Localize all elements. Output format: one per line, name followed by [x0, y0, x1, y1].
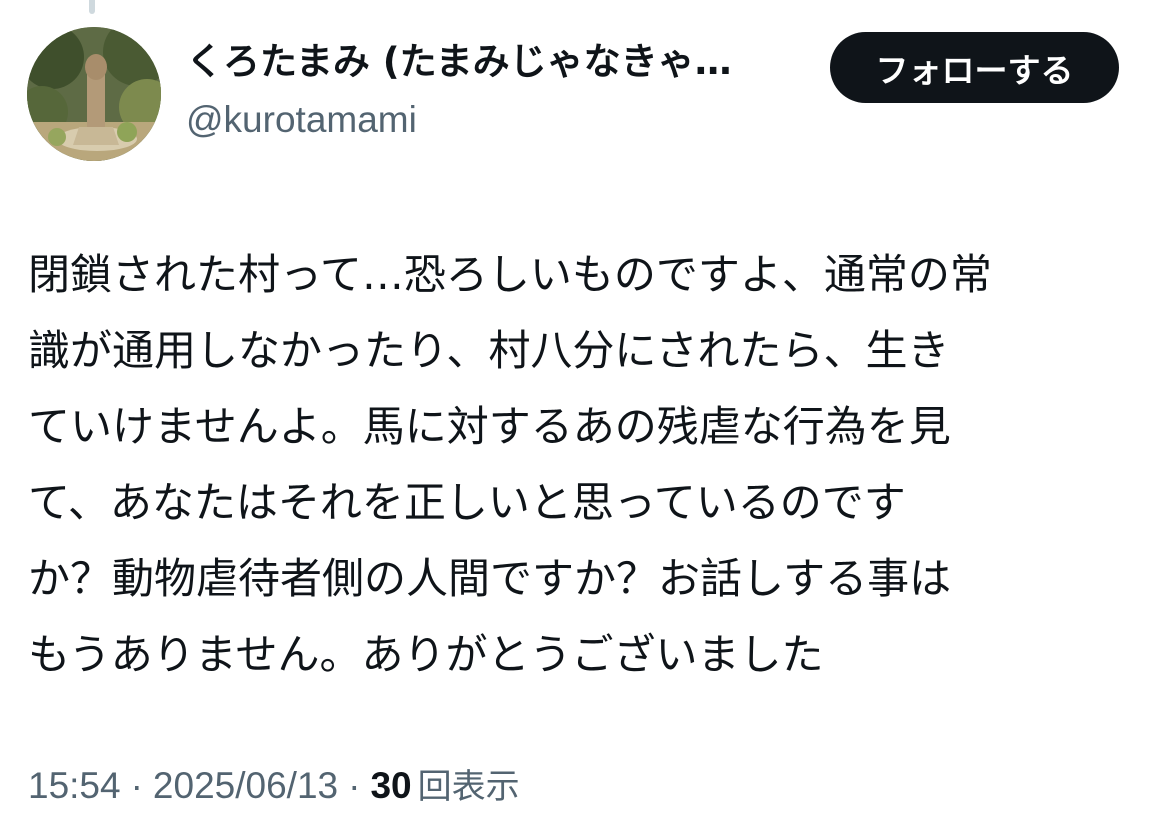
- author-info[interactable]: くろたまみ (たまみじゃなきゃ… @kurotamami: [186, 38, 806, 142]
- views-label: 回表示: [417, 767, 520, 807]
- tweet-text-line: て、あなたはそれを正しいと思っているのです: [28, 478, 906, 527]
- tweet-meta: 15:54 · 2025/06/13 · 30 回表示: [28, 760, 520, 813]
- meta-separator: ·: [348, 765, 361, 806]
- author-handle[interactable]: @kurotamami: [186, 98, 806, 142]
- views-count: 30: [370, 765, 412, 806]
- tweet-date[interactable]: 2025/06/13: [153, 765, 338, 806]
- thread-connector-line: [89, 0, 95, 14]
- follow-button[interactable]: フォローする: [830, 32, 1119, 103]
- author-display-name[interactable]: くろたまみ (たまみじゃなきゃ…: [186, 38, 806, 86]
- tweet-text-line: か？動物虐待者側の人間ですか？お話しする事は: [28, 554, 952, 603]
- tweet-text-line: 閉鎖された村って…恐ろしいものですよ、通常の常: [28, 250, 992, 299]
- avatar[interactable]: [27, 27, 161, 161]
- tweet-text-line: 識が通用しなかったり、村八分にされたら、生き: [28, 326, 950, 375]
- avatar-photo: [27, 27, 161, 161]
- tweet-time[interactable]: 15:54: [28, 765, 121, 806]
- tweet-text: 閉鎖された村って…恐ろしいものですよ、通常の常 識が通用しなかったり、村八分にさ…: [28, 237, 1138, 693]
- tweet-text-line: もうありません。ありがとうございました: [28, 630, 824, 679]
- tweet-text-line: ていけませんよ。馬に対するあの残虐な行為を見: [28, 402, 951, 451]
- meta-separator: ·: [130, 765, 143, 806]
